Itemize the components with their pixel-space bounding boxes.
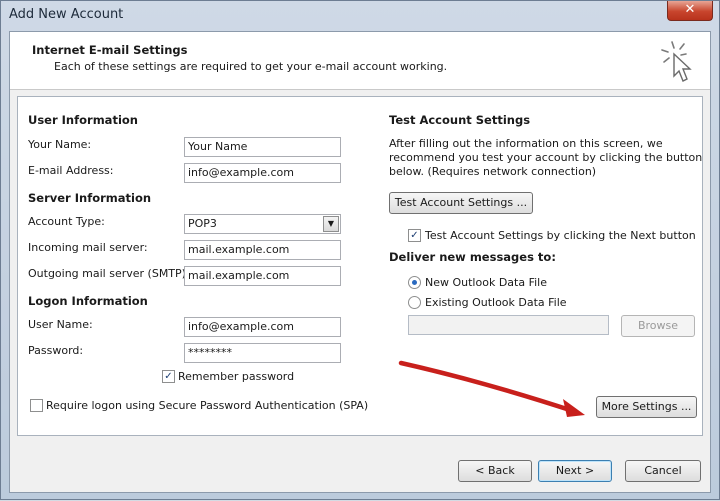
auto-test-label: Test Account Settings by clicking the Ne… — [425, 229, 696, 242]
cancel-button[interactable]: Cancel — [625, 460, 701, 482]
user-info-heading: User Information — [28, 113, 138, 127]
incoming-server-label: Incoming mail server: — [28, 241, 148, 254]
deliver-messages-heading: Deliver new messages to: — [389, 250, 556, 264]
dialog-client-area: Internet E-mail Settings Each of these s… — [9, 31, 711, 493]
next-button[interactable]: Next > — [538, 460, 612, 482]
account-type-select[interactable]: POP3 ▼ — [184, 214, 341, 234]
new-data-file-radio[interactable] — [408, 276, 421, 289]
incoming-server-input[interactable]: mail.example.com — [184, 240, 341, 260]
password-label: Password: — [28, 344, 84, 357]
spa-checkbox[interactable] — [30, 399, 43, 412]
email-address-label: E-mail Address: — [28, 164, 114, 177]
test-description-line-3: below. (Requires network connection) — [389, 165, 597, 178]
chevron-down-icon[interactable]: ▼ — [323, 216, 339, 232]
existing-data-file-label: Existing Outlook Data File — [425, 296, 567, 309]
more-settings-button[interactable]: More Settings ... — [596, 396, 697, 418]
close-button[interactable]: ✕ — [667, 1, 713, 21]
user-name-label: User Name: — [28, 318, 93, 331]
header-subtitle: Each of these settings are required to g… — [54, 60, 448, 73]
back-button[interactable]: < Back — [458, 460, 532, 482]
spa-label: Require logon using Secure Password Auth… — [46, 399, 369, 412]
your-name-input[interactable]: Your Name — [184, 137, 341, 157]
test-settings-heading: Test Account Settings — [389, 113, 531, 127]
logon-info-heading: Logon Information — [28, 294, 148, 308]
header-panel: Internet E-mail Settings Each of these s… — [10, 32, 710, 90]
existing-data-file-path-input[interactable] — [408, 315, 609, 335]
email-address-input[interactable]: info@example.com — [184, 163, 341, 183]
close-icon: ✕ — [684, 2, 696, 17]
add-new-account-dialog: Add New Account ✕ Internet E-mail Settin… — [0, 0, 720, 500]
your-name-label: Your Name: — [28, 138, 92, 151]
settings-panel: User Information Your Name: Your Name E-… — [17, 96, 703, 436]
title-bar[interactable]: Add New Account ✕ — [1, 1, 719, 31]
password-input[interactable]: ******** — [184, 343, 341, 363]
new-data-file-label: New Outlook Data File — [425, 276, 547, 289]
test-account-settings-button[interactable]: Test Account Settings ... — [389, 192, 533, 214]
cursor-click-icon — [661, 41, 692, 82]
auto-test-checkbox[interactable]: ✓ — [408, 229, 421, 242]
account-type-label: Account Type: — [28, 215, 105, 228]
account-type-value: POP3 — [188, 217, 217, 230]
window-title: Add New Account — [9, 7, 124, 22]
existing-data-file-radio[interactable] — [408, 296, 421, 309]
header-title: Internet E-mail Settings — [32, 43, 188, 57]
browse-button[interactable]: Browse — [621, 315, 695, 337]
remember-password-checkbox[interactable]: ✓ — [162, 370, 175, 383]
remember-password-label: Remember password — [178, 370, 295, 383]
user-name-input[interactable]: info@example.com — [184, 317, 341, 337]
outgoing-server-label: Outgoing mail server (SMTP): — [28, 267, 190, 280]
test-description-line-1: After filling out the information on thi… — [389, 137, 663, 150]
outgoing-server-input[interactable]: mail.example.com — [184, 266, 341, 286]
server-info-heading: Server Information — [28, 191, 152, 205]
test-description-line-2: recommend you test your account by click… — [389, 151, 703, 164]
